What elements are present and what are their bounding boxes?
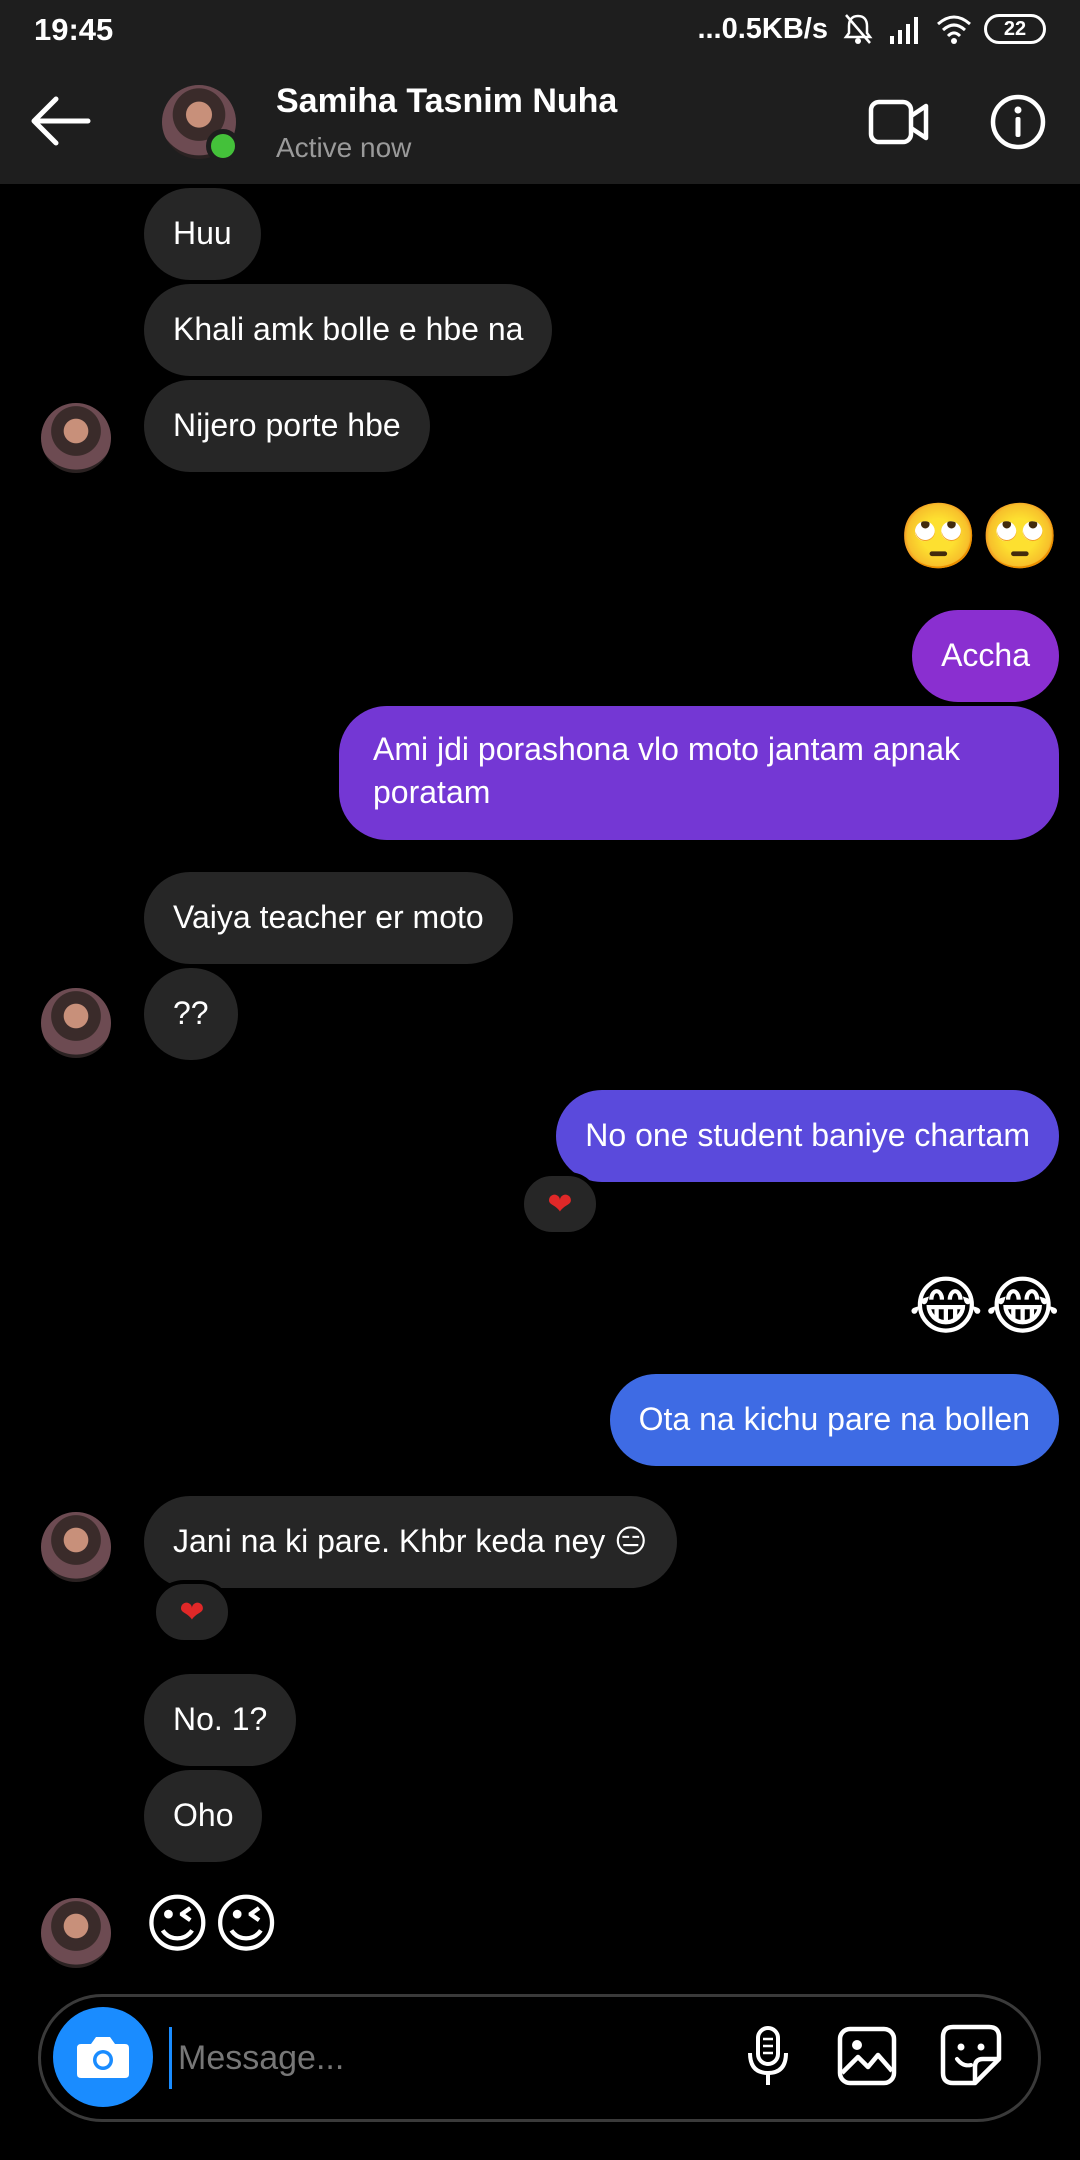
message-bubble-incoming[interactable]: Oho [144,1770,263,1862]
back-arrow-icon[interactable] [26,90,92,152]
sender-avatar[interactable] [41,988,111,1058]
message-bubble-outgoing[interactable]: Ami jdi porashona vlo moto jantam apnak … [339,706,1059,840]
message-composer [38,1994,1041,2122]
heart-reaction-icon[interactable]: ❤ [520,1172,600,1236]
message-bubble-outgoing[interactable]: No one student baniye chartam [556,1090,1059,1182]
emoji-message[interactable]: 🙄🙄 [899,504,1062,568]
sender-avatar[interactable] [41,1898,111,1968]
message-bubble-incoming[interactable]: Vaiya teacher er moto [144,872,513,964]
avatar[interactable] [162,85,240,163]
message-bubble-incoming[interactable]: Khali amk bolle e hbe na [144,284,553,376]
message-bubble-incoming[interactable]: Jani na ki pare. Khbr keda ney 😑 [144,1496,677,1588]
status-bar: 19:45 ...0.5KB/s 22 [0,0,1080,60]
status-time: 19:45 [34,12,114,47]
online-status-dot [206,129,240,163]
message-bubble-incoming[interactable]: Huu [144,188,261,280]
signal-icon [890,17,918,44]
video-camera-icon[interactable] [868,96,930,148]
camera-button[interactable] [53,2007,153,2107]
gallery-icon[interactable] [836,2025,898,2087]
message-input[interactable] [169,2027,729,2089]
mute-icon [843,14,873,44]
status-right: ...0.5KB/s 22 [697,12,1046,46]
camera-icon [77,2037,129,2078]
network-speed: ...0.5KB/s [697,12,828,45]
message-bubble-incoming[interactable]: Nijero porte hbe [144,380,430,472]
battery-icon: 22 [984,14,1046,44]
chat-header: Samiha Tasnim Nuha Active now [0,60,1080,184]
message-bubble-incoming[interactable]: ?? [144,968,238,1060]
sender-avatar[interactable] [41,1512,111,1582]
emoji-message[interactable]: 😉😉 [144,1892,281,1956]
active-status: Active now [276,132,412,163]
contact-name[interactable]: Samiha Tasnim Nuha [276,82,617,121]
message-bubble-outgoing[interactable]: Accha [912,610,1059,702]
message-bubble-incoming[interactable]: No. 1? [144,1674,297,1766]
heart-reaction-icon[interactable]: ❤ [152,1580,232,1644]
wifi-icon [937,15,971,44]
sender-avatar[interactable] [41,403,111,473]
microphone-icon[interactable] [741,2025,795,2089]
message-thread[interactable]: Huu Khali amk bolle e hbe na Nijero port… [0,184,1080,1984]
message-bubble-outgoing[interactable]: Ota na kichu pare na bollen [609,1374,1059,1466]
battery-level: 22 [1003,17,1027,40]
emoji-message[interactable]: 😂😂 [908,1274,1062,1338]
info-icon[interactable] [990,94,1046,150]
sticker-icon[interactable] [939,2023,1003,2087]
